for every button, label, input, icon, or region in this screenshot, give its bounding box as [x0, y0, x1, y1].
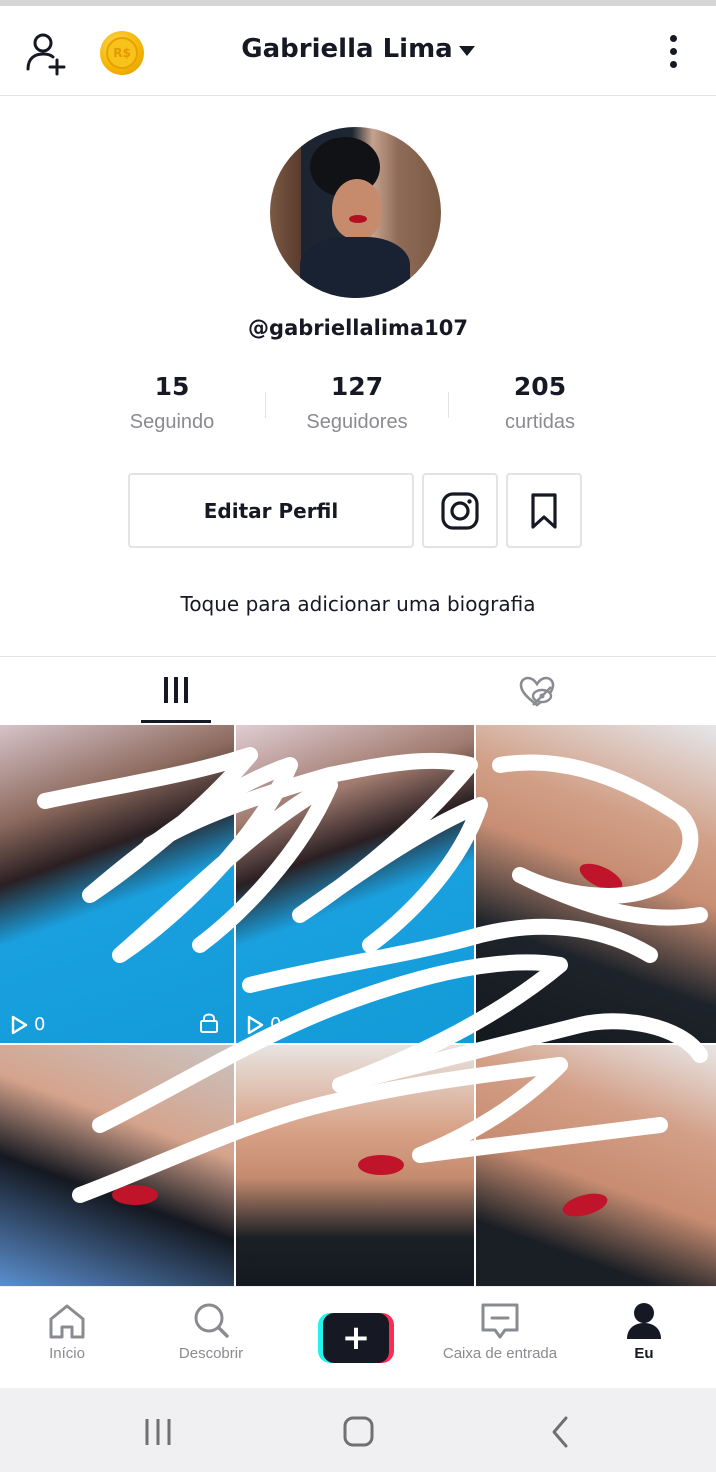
- bottom-navigation: Início Descobrir + Caixa de entrada Eu: [0, 1286, 716, 1388]
- profile-header: R$ Gabriella Lima: [0, 6, 716, 96]
- view-count-value: 0: [270, 1014, 282, 1035]
- nav-inbox-label: Caixa de entrada: [442, 1345, 558, 1362]
- stat-likes[interactable]: 205 curtidas: [448, 372, 632, 434]
- instagram-button[interactable]: [422, 473, 498, 548]
- create-video-button[interactable]: +: [318, 1313, 394, 1363]
- stat-likes-value: 205: [513, 372, 567, 401]
- video-thumbnail[interactable]: [476, 1045, 716, 1286]
- plus-icon: +: [323, 1313, 389, 1363]
- tab-videos[interactable]: [0, 657, 358, 725]
- nav-me-label: Eu: [634, 1345, 654, 1362]
- stat-following[interactable]: 15 Seguindo: [80, 372, 264, 434]
- avatar[interactable]: [270, 127, 441, 298]
- favorites-button[interactable]: [506, 473, 582, 548]
- back-icon[interactable]: [540, 1412, 580, 1452]
- search-icon: [194, 1303, 229, 1338]
- more-options-icon[interactable]: [660, 32, 686, 72]
- liked-hidden-icon: [519, 676, 555, 707]
- grid-icon: [164, 677, 188, 703]
- home-icon: [49, 1304, 85, 1339]
- video-grid: 0 0: [0, 725, 716, 1286]
- profile-tabs: [0, 656, 716, 724]
- system-navigation-bar: [0, 1388, 716, 1472]
- nav-home-label: Início: [49, 1345, 85, 1362]
- profile-icon: [627, 1303, 661, 1339]
- recent-apps-icon[interactable]: [138, 1412, 178, 1452]
- account-name-title[interactable]: Gabriella Lima: [241, 34, 452, 64]
- lock-icon: [200, 1013, 218, 1033]
- video-thumbnail[interactable]: 0: [0, 725, 234, 1043]
- tab-liked-private[interactable]: [358, 657, 716, 725]
- nav-discover[interactable]: Descobrir: [139, 1301, 283, 1362]
- bookmark-icon: [531, 492, 557, 529]
- video-thumbnail[interactable]: [236, 1045, 474, 1286]
- nav-inbox[interactable]: Caixa de entrada: [428, 1301, 572, 1362]
- home-button-icon[interactable]: [338, 1412, 378, 1452]
- play-icon: [247, 1015, 264, 1034]
- instagram-icon: [441, 491, 479, 530]
- video-thumbnail[interactable]: [0, 1045, 234, 1286]
- profile-stats: 15 Seguindo 127 Seguidores 205 curtidas: [80, 372, 636, 442]
- nav-me[interactable]: Eu: [572, 1301, 716, 1362]
- inbox-icon: [481, 1303, 519, 1339]
- video-thumbnail[interactable]: [476, 725, 716, 1043]
- view-count-value: 0: [34, 1014, 46, 1035]
- nav-home[interactable]: Início: [0, 1301, 139, 1362]
- view-count: 0: [246, 1014, 281, 1035]
- account-switcher[interactable]: Gabriella Lima: [0, 34, 716, 64]
- bio-prompt[interactable]: Toque para adicionar uma biografia: [0, 592, 716, 616]
- profile-handle: @gabriellalima107: [248, 316, 468, 340]
- view-count: 0: [10, 1014, 45, 1035]
- active-tab-indicator: [141, 720, 211, 723]
- stat-followers-label: Seguidores: [306, 411, 408, 433]
- stat-followers[interactable]: 127 Seguidores: [265, 372, 449, 434]
- edit-profile-button[interactable]: Editar Perfil: [128, 473, 414, 548]
- stat-followers-value: 127: [330, 372, 384, 401]
- caret-down-icon[interactable]: [458, 45, 475, 56]
- stat-following-value: 15: [154, 372, 190, 401]
- play-icon: [11, 1015, 28, 1034]
- video-thumbnail[interactable]: 0: [236, 725, 474, 1043]
- stat-following-label: Seguindo: [129, 411, 215, 433]
- stat-likes-label: curtidas: [504, 411, 576, 433]
- nav-discover-label: Descobrir: [178, 1345, 244, 1362]
